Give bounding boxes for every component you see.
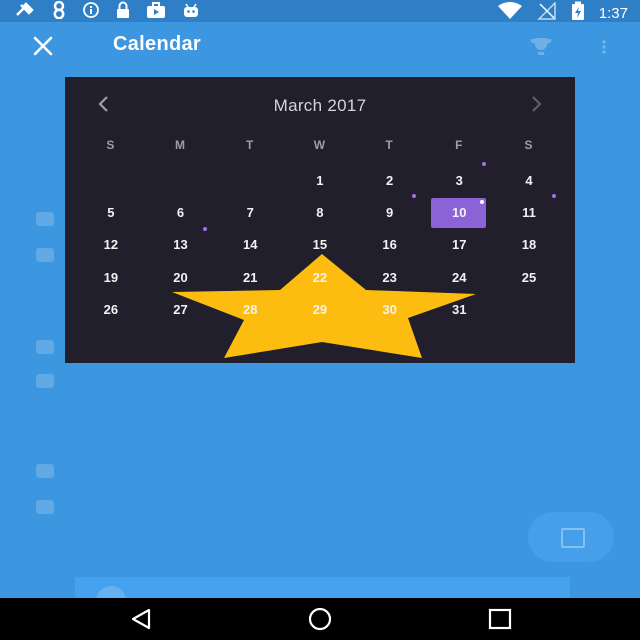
background-calendar-fab bbox=[528, 512, 614, 562]
background-icon bbox=[36, 340, 54, 354]
recents-button[interactable] bbox=[485, 607, 515, 631]
calendar-week: 5 6 7 8 9 10 11 bbox=[76, 194, 564, 229]
calendar-day[interactable]: 4 bbox=[494, 164, 564, 196]
event-dot bbox=[482, 162, 487, 166]
event-dot bbox=[412, 194, 417, 199]
background-icon bbox=[36, 374, 54, 388]
calendar-grid: 1 2 3 4 5 6 7 8 9 10 11 12 13 14 15 16 17 18 19 20 21 22 23 24 2… bbox=[76, 162, 564, 326]
weekday-label: M bbox=[175, 138, 187, 152]
calendar-day-number: 27 bbox=[173, 302, 188, 318]
calendar-day-number: 7 bbox=[246, 205, 254, 221]
calendar-day[interactable]: 1 bbox=[285, 164, 355, 196]
calendar-day-number: 11 bbox=[522, 205, 536, 221]
calendar-day-number: 30 bbox=[382, 302, 397, 318]
calendar-day-number: 12 bbox=[103, 237, 119, 253]
weekday-header: S M T W T F S bbox=[76, 138, 564, 152]
calendar-day-empty bbox=[76, 164, 146, 196]
recents-icon bbox=[485, 608, 515, 635]
calendar-day[interactable]: 3 bbox=[424, 162, 494, 196]
home-icon bbox=[305, 607, 335, 635]
month-label: March 2017 bbox=[273, 96, 367, 115]
status-bar: 1:37 bbox=[0, 0, 640, 22]
calendar-day-number: 15 bbox=[312, 237, 328, 253]
calendar-day-number: 4 bbox=[525, 172, 533, 188]
calendar-day-number: 21 bbox=[242, 269, 258, 285]
calendar-day[interactable]: 9 bbox=[355, 194, 425, 228]
calendar-day[interactable]: 8 bbox=[285, 196, 355, 228]
overflow-menu-icon bbox=[602, 40, 606, 54]
back-icon bbox=[127, 608, 157, 635]
calendar-day-number: 18 bbox=[521, 237, 537, 253]
calendar-day-number: 8 bbox=[316, 205, 324, 221]
trophy-icon bbox=[528, 36, 554, 58]
home-button[interactable] bbox=[305, 607, 335, 631]
event-dot bbox=[551, 194, 556, 199]
background-icon bbox=[36, 464, 54, 478]
calendar-day-number: 17 bbox=[452, 237, 467, 253]
previous-month-button[interactable] bbox=[93, 91, 113, 117]
calendar-day[interactable]: 25 bbox=[494, 261, 564, 293]
weekday-label: F bbox=[455, 138, 464, 152]
calendar-day-number: 14 bbox=[242, 237, 258, 253]
calendar-day-number: 5 bbox=[107, 205, 115, 221]
event-dot bbox=[203, 226, 208, 231]
calendar-day[interactable]: 12 bbox=[76, 229, 146, 261]
event-dot bbox=[480, 200, 485, 205]
calendar-day-number: 20 bbox=[173, 269, 188, 285]
calendar-day[interactable]: 19 bbox=[76, 261, 146, 293]
calendar-day[interactable]: 18 bbox=[494, 229, 564, 261]
calendar-day-number: 19 bbox=[103, 269, 119, 285]
calendar-day-empty bbox=[494, 294, 564, 326]
calendar-day-number: 22 bbox=[312, 269, 328, 285]
calendar-day-number: 10 bbox=[452, 205, 467, 221]
calendar-day-number: 28 bbox=[242, 302, 258, 318]
navigation-bar bbox=[0, 598, 640, 640]
weekday-label: W bbox=[313, 138, 327, 152]
calendar-day[interactable]: 6 bbox=[146, 196, 216, 228]
background-icon bbox=[36, 212, 54, 226]
calendar-day[interactable]: 5 bbox=[76, 196, 146, 228]
close-button[interactable] bbox=[30, 33, 56, 59]
calendar-day-number: 25 bbox=[521, 269, 537, 285]
chevron-right-icon bbox=[527, 96, 547, 121]
calendar-day-empty bbox=[146, 164, 216, 196]
calendar-day-number: 9 bbox=[385, 205, 394, 221]
calendar-day-number: 1 bbox=[316, 172, 324, 188]
calendar-day-number: 29 bbox=[312, 302, 328, 318]
weekday-label: T bbox=[246, 138, 255, 152]
calendar-week: 1 2 3 4 bbox=[76, 162, 564, 196]
calendar-day[interactable]: 7 bbox=[215, 196, 285, 228]
calendar-day-empty bbox=[215, 164, 285, 196]
calendar-day-number: 31 bbox=[452, 302, 467, 318]
background-icon bbox=[36, 500, 54, 514]
calendar-day[interactable]: 2 bbox=[355, 164, 425, 196]
calendar-day-number: 23 bbox=[382, 269, 397, 285]
next-month-button[interactable] bbox=[527, 91, 547, 117]
chevron-left-icon bbox=[93, 96, 113, 121]
weekday-label: T bbox=[385, 138, 394, 152]
calendar-day-number: 24 bbox=[452, 269, 467, 285]
weekday-label: S bbox=[524, 138, 534, 152]
calendar-day-number: 2 bbox=[385, 172, 394, 188]
calendar-day[interactable]: 26 bbox=[76, 294, 146, 326]
back-button[interactable] bbox=[127, 607, 157, 631]
calendar-day-number: 16 bbox=[382, 237, 397, 253]
calendar-day-number: 26 bbox=[103, 302, 119, 318]
calendar-day-number: 3 bbox=[455, 172, 463, 188]
calendar-day[interactable]: 11 bbox=[494, 194, 564, 228]
weekday-label: S bbox=[106, 138, 116, 152]
calendar-day-number: 6 bbox=[176, 205, 185, 221]
page-title: Calendar bbox=[113, 33, 201, 55]
close-icon bbox=[30, 33, 56, 59]
calendar-day-number: 13 bbox=[173, 237, 188, 253]
calendar-day-selected[interactable]: 10 bbox=[424, 196, 494, 229]
status-time: 1:37 bbox=[598, 4, 628, 22]
background-icon bbox=[36, 248, 54, 262]
